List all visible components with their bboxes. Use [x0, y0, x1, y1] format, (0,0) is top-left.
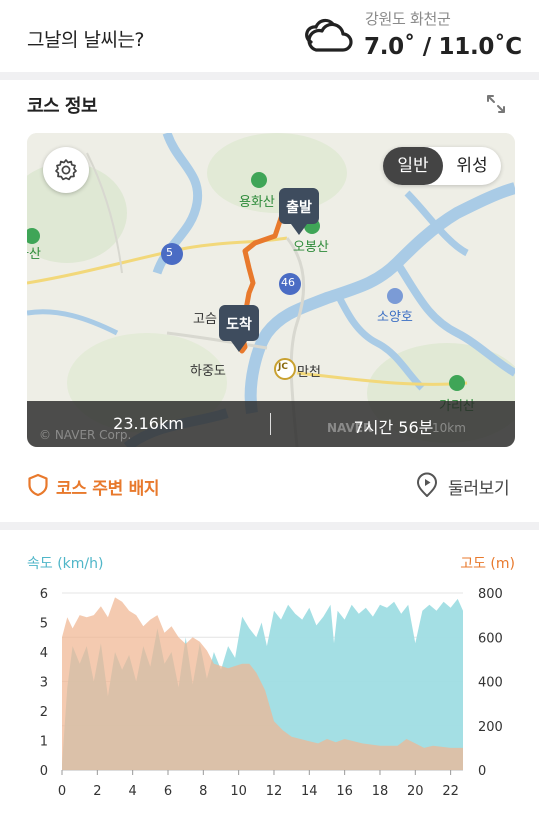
- speed-tick-label: 6: [40, 587, 48, 602]
- x-tick-label: 10: [230, 784, 247, 799]
- course-info-title: 코스 정보: [27, 96, 98, 117]
- weather-temperature: 7.0˚ / 11.0˚C: [364, 34, 522, 60]
- place-hwasan: 화산: [27, 247, 41, 262]
- start-marker[interactable]: 출발: [279, 188, 319, 236]
- altitude-tick-label: 600: [478, 631, 503, 646]
- speed-tick-label: 4: [40, 646, 48, 661]
- x-tick-label: 8: [199, 784, 207, 799]
- gear-icon: [55, 159, 77, 181]
- section-divider-2: [0, 522, 539, 530]
- x-tick-label: 4: [129, 784, 137, 799]
- expand-icon[interactable]: [485, 93, 507, 115]
- altitude-tick-label: 0: [478, 764, 486, 779]
- place-hajungdo: 하중도: [190, 364, 226, 379]
- x-tick-label: 18: [372, 784, 389, 799]
- cloud-icon: [305, 18, 353, 52]
- stats-divider: [270, 413, 271, 435]
- altitude-tick-label: 200: [478, 720, 503, 735]
- map-type-toggle[interactable]: 일반 위성: [383, 147, 501, 185]
- x-tick-label: 22: [442, 784, 459, 799]
- speed-tick-label: 3: [40, 676, 48, 691]
- end-label: 도착: [226, 317, 252, 333]
- start-label: 출발: [286, 200, 312, 216]
- map-mode-satellite[interactable]: 위성: [443, 147, 501, 185]
- jc-badge: JC: [278, 362, 288, 372]
- shield-icon: [28, 473, 48, 497]
- altitude-tick-label: 800: [478, 587, 503, 602]
- x-tick-label: 2: [93, 784, 101, 799]
- course-distance: 23.16km: [113, 414, 184, 433]
- location-play-icon: [417, 472, 437, 497]
- x-tick-label: 14: [301, 784, 318, 799]
- x-tick-label: 20: [407, 784, 424, 799]
- place-yonghwasan: 용화산: [239, 195, 275, 210]
- speed-tick-label: 5: [40, 617, 48, 632]
- place-manchon: 만천: [297, 365, 321, 380]
- place-goseong: 고슴: [193, 312, 217, 327]
- route-46-badge: 46: [281, 276, 295, 289]
- speed-tick-label: 1: [40, 735, 48, 750]
- x-tick-label: 12: [266, 784, 283, 799]
- speed-altitude-chart: 속도 (km/h) 고도 (m) 0 1 2 3 4 5 6 0 200 400 600 800 0 2 4…: [0, 536, 539, 820]
- nearby-badges-label: 코스 주변 배지: [56, 479, 160, 499]
- chart-canvas: 012345602004006008000 2 4 6 8 10 12 14 16 18 20 22: [40, 587, 503, 799]
- end-marker[interactable]: 도착: [219, 305, 259, 353]
- course-map[interactable]: 5 46 JC 용화산 오봉산 소양호 만천 하중도 고슴 화산 가리산 출발 …: [27, 133, 515, 447]
- section-divider: [0, 72, 539, 80]
- weather-header: 그날의 날씨는? 강원도 화천군 7.0˚ / 11.0˚C: [0, 0, 539, 72]
- altitude-tick-label: 400: [478, 676, 503, 691]
- speed-tick-label: 0: [40, 764, 48, 779]
- x-tick-label: 16: [336, 784, 353, 799]
- x-tick-label: 0: [58, 784, 66, 799]
- map-mode-general[interactable]: 일반: [383, 147, 443, 185]
- place-soyangho: 소양호: [377, 310, 413, 325]
- route-5-badge: 5: [166, 246, 173, 259]
- course-stats-bar: © NAVER Corp. NAVER 10km 23.16km 7시간 56분: [27, 401, 515, 447]
- weather-location: 강원도 화천군: [365, 10, 451, 28]
- x-tick-label: 6: [164, 784, 172, 799]
- place-obongsan: 오봉산: [293, 240, 329, 255]
- look-around-label: 둘러보기: [448, 479, 510, 499]
- course-duration: 7시간 56분: [353, 418, 434, 437]
- map-settings-button[interactable]: [43, 147, 89, 193]
- weather-question: 그날의 날씨는?: [27, 29, 145, 51]
- look-around-link[interactable]: 둘러보기: [416, 471, 516, 499]
- speed-tick-label: 2: [40, 705, 48, 720]
